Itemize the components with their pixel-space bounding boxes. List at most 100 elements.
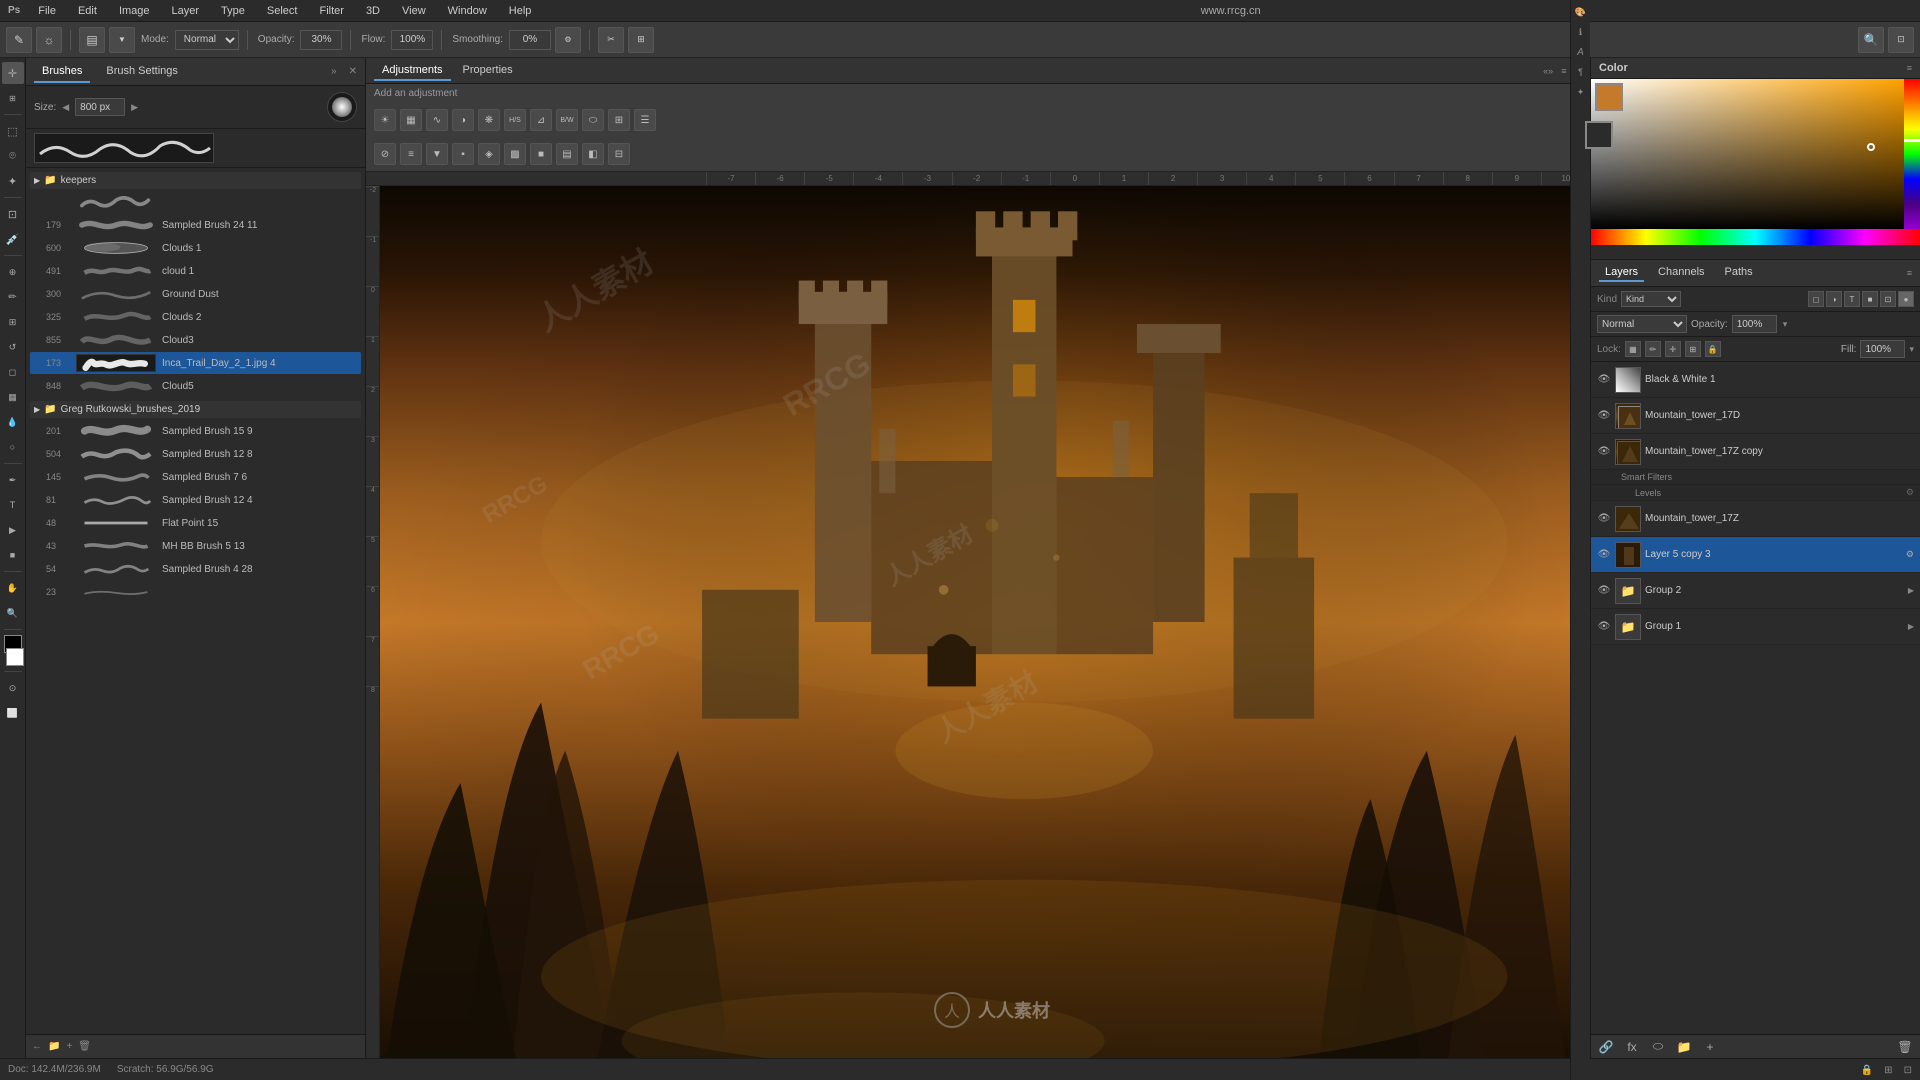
color-swatches[interactable] xyxy=(1595,83,1623,149)
toolbar-extra-1[interactable]: ✂ xyxy=(598,27,624,53)
list-item[interactable]: 48 Flat Point 15 xyxy=(30,512,361,534)
link-layers-btn[interactable]: 🔗 xyxy=(1597,1038,1615,1056)
adjustments-tab[interactable]: Adjustments xyxy=(374,61,451,81)
layer-item[interactable]: 👁 Mountain_tower_17Z copy xyxy=(1591,434,1920,470)
color-hue-slider[interactable] xyxy=(1904,79,1920,229)
filter-pixel-icon[interactable]: ◻ xyxy=(1808,291,1824,307)
fill-input[interactable] xyxy=(1860,340,1905,358)
menu-image[interactable]: Image xyxy=(115,3,154,19)
brushes-back-btn[interactable]: ← xyxy=(32,1041,42,1052)
path-select[interactable]: ▶ xyxy=(2,519,24,541)
brushes-collapse-btn[interactable]: » xyxy=(331,66,337,77)
brush-group-keepers[interactable]: ▶ 📁 keepers xyxy=(30,172,361,189)
lock-all-btn[interactable]: 🔒 xyxy=(1705,341,1721,357)
lock-transparent-btn[interactable]: ▦ xyxy=(1625,341,1641,357)
menu-layer[interactable]: Layer xyxy=(168,3,204,19)
list-item[interactable]: 81 Sampled Brush 12 4 xyxy=(30,489,361,511)
list-item[interactable] xyxy=(30,191,361,213)
vibrance-icon[interactable]: ❋ xyxy=(478,109,500,131)
screen-mode[interactable]: ⬜ xyxy=(2,702,24,724)
solid-color-icon[interactable]: ■ xyxy=(530,143,552,165)
background-color[interactable] xyxy=(6,648,24,666)
menu-file[interactable]: File xyxy=(34,3,60,19)
menu-help[interactable]: Help xyxy=(505,3,536,19)
opacity-dropdown-btn[interactable]: ▾ xyxy=(1783,319,1788,330)
new-layer-btn[interactable]: + xyxy=(1701,1038,1719,1056)
list-item[interactable]: 600 Clouds 1 xyxy=(30,237,361,259)
gradient-map-icon[interactable]: ▪ xyxy=(452,143,474,165)
adj-collapse-btn[interactable]: «» xyxy=(1543,66,1553,76)
layer-visibility-eye[interactable]: 👁 xyxy=(1597,620,1611,634)
invert-icon[interactable]: ⊘ xyxy=(374,143,396,165)
hsl-icon[interactable]: H/S xyxy=(504,109,526,131)
hand-tool[interactable]: ✋ xyxy=(2,577,24,599)
brightness-contrast-icon[interactable]: ☀ xyxy=(374,109,396,131)
size-input[interactable] xyxy=(75,98,125,116)
group-expand-btn-2[interactable]: ▶ xyxy=(1908,622,1914,631)
group-expand-btn[interactable]: ▶ xyxy=(1908,586,1914,595)
layer-visibility-eye[interactable]: 👁 xyxy=(1597,512,1611,526)
brush-options-btn[interactable]: ▼ xyxy=(109,27,135,53)
add-style-btn[interactable]: fx xyxy=(1623,1038,1641,1056)
artboard-tool[interactable]: ⊞ xyxy=(2,87,24,109)
new-group-btn[interactable]: 📁 xyxy=(1675,1038,1693,1056)
new-brush-btn[interactable]: + xyxy=(66,1041,72,1052)
move-tool[interactable]: ✛ xyxy=(2,62,24,84)
layers-panel-menu[interactable]: ≡ xyxy=(1907,268,1912,278)
channels-tab[interactable]: Channels xyxy=(1652,264,1710,282)
layers-kind-select[interactable]: Kind xyxy=(1621,291,1681,307)
eyedropper-tool[interactable]: 💉 xyxy=(2,228,24,250)
posterize-icon[interactable]: ≡ xyxy=(400,143,422,165)
mode-select[interactable]: Normal Multiply Screen xyxy=(175,30,239,50)
color-balance-icon[interactable]: ⊿ xyxy=(530,109,552,131)
list-item[interactable]: 179 Sampled Brush 24 11 xyxy=(30,214,361,236)
extra-adj-1[interactable]: ◧ xyxy=(582,143,604,165)
threshold-icon[interactable]: ▼ xyxy=(426,143,448,165)
gradient-tool[interactable]: ▦ xyxy=(2,386,24,408)
layer-item[interactable]: 👁 📁 Group 1 ▶ xyxy=(1591,609,1920,645)
layer-visibility-eye[interactable]: 👁 xyxy=(1597,373,1611,387)
zoom-tool[interactable]: 🔍 xyxy=(2,602,24,624)
layer-visibility-eye[interactable]: 👁 xyxy=(1597,445,1611,459)
pen-tool[interactable]: ✒ xyxy=(2,469,24,491)
menu-select[interactable]: Select xyxy=(263,3,302,19)
brush-tool[interactable]: ✏ xyxy=(2,286,24,308)
marquee-tool[interactable]: ⬚ xyxy=(2,120,24,142)
paragraph-icon[interactable]: ¶ xyxy=(1573,64,1589,80)
text-tool[interactable]: T xyxy=(2,494,24,516)
delete-layer-btn[interactable]: 🗑 xyxy=(1896,1038,1914,1056)
menu-view[interactable]: View xyxy=(398,3,430,19)
color-gradient-area[interactable] xyxy=(1591,79,1920,259)
color-hue-bar[interactable] xyxy=(1591,229,1920,245)
layers-tab[interactable]: Layers xyxy=(1599,264,1644,282)
list-item[interactable]: 491 cloud 1 xyxy=(30,260,361,282)
extra-adj-2[interactable]: ⊟ xyxy=(608,143,630,165)
blur-tool[interactable]: 💧 xyxy=(2,411,24,433)
opacity-input[interactable] xyxy=(300,30,342,50)
layer-visibility-eye[interactable]: 👁 xyxy=(1597,584,1611,598)
filter-shape-icon[interactable]: ■ xyxy=(1862,291,1878,307)
brush-select-btn[interactable]: ▤ xyxy=(79,27,105,53)
canvas-area[interactable]: -2 -1 0 1 2 3 4 5 6 7 8 xyxy=(366,186,1590,1058)
layers-blend-select[interactable]: Normal Multiply Screen Overlay xyxy=(1597,315,1687,333)
list-item[interactable]: 43 MH BB Brush 5 13 xyxy=(30,535,361,557)
color-panel-menu[interactable]: ≡ xyxy=(1907,63,1912,73)
properties-tab[interactable]: Properties xyxy=(455,61,521,81)
add-mask-btn[interactable]: ⬭ xyxy=(1649,1038,1667,1056)
list-item[interactable]: 855 Cloud3 xyxy=(30,329,361,351)
list-item[interactable]: 848 Cloud5 xyxy=(30,375,361,397)
filter-adjustment-icon[interactable]: ◑ xyxy=(1826,291,1842,307)
lasso-tool[interactable]: ⌾ xyxy=(2,145,24,167)
layer-visibility-eye[interactable]: 👁 xyxy=(1597,409,1611,423)
list-item[interactable]: 325 Clouds 2 xyxy=(30,306,361,328)
list-item[interactable]: 54 Sampled Brush 4 28 xyxy=(30,558,361,580)
lock-artboard-btn[interactable]: ⊞ xyxy=(1685,341,1701,357)
menu-filter[interactable]: Filter xyxy=(315,3,347,19)
color-panel-header[interactable]: Color ≡ xyxy=(1591,58,1920,79)
background-swatch[interactable] xyxy=(1585,121,1613,149)
photo-filter-icon[interactable]: ⬭ xyxy=(582,109,604,131)
menu-window[interactable]: Window xyxy=(444,3,491,19)
filter-reset-icon[interactable]: ● xyxy=(1898,291,1914,307)
eraser-tool[interactable]: ◻ xyxy=(2,361,24,383)
screen-mode-btn[interactable]: ⊡ xyxy=(1888,27,1914,53)
